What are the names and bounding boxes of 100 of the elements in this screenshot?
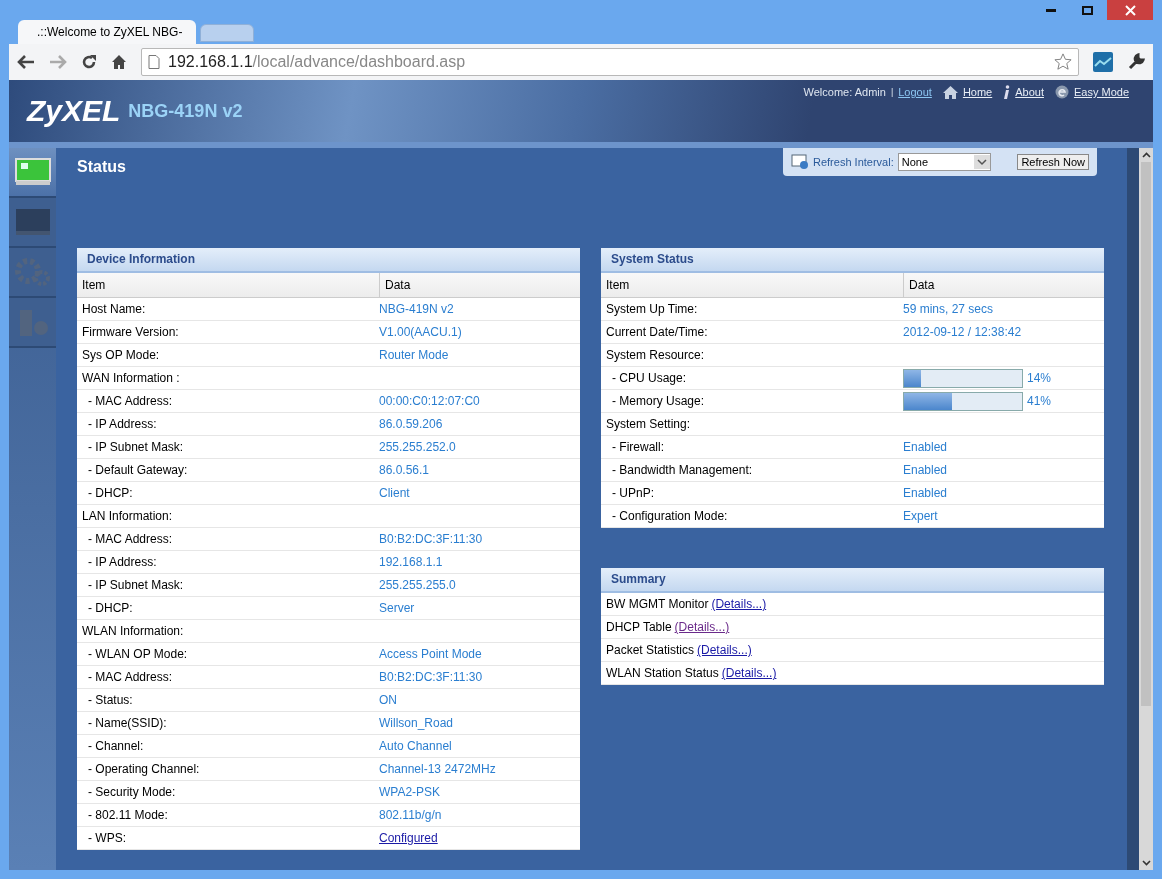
summary-label: BW MGMT Monitor [606,597,709,611]
data-value: B0:B2:DC:3F:11:30 [379,532,483,546]
usage-percent: 14% [1027,371,1052,385]
info-icon [1003,85,1011,99]
data-value: Channel-13 2472MHz [379,762,496,776]
panel-title: Device Information [77,248,580,273]
address-bar[interactable]: 192.168.1.1/local/advance/dashboard.asp [141,48,1079,76]
data-value: Enabled [903,463,948,477]
column-header: Item [81,277,107,294]
refresh-now-button[interactable]: Refresh Now [1017,154,1089,170]
data-value: 59 mins, 27 secs [903,302,994,316]
reload-icon[interactable] [81,54,97,70]
minimize-icon [1046,8,1056,12]
data-value: WPA2-PSK [379,785,441,799]
data-value: NBG-419N v2 [379,302,454,316]
data-value: V1.00(AACU.1) [379,325,462,339]
item-label: - Operating Channel: [87,762,200,776]
refresh-icon [791,154,809,170]
data-value: 2012-09-12 / 12:38:42 [903,325,1022,339]
data-value: 86.0.56.1 [379,463,430,477]
item-label: Sys OP Mode: [82,348,160,362]
data-value: Enabled [903,486,948,500]
panel-title: Summary [601,568,1104,593]
header-link[interactable]: Home [962,86,993,98]
item-label: - Security Mode: [87,785,176,799]
item-label: System Resource: [606,348,705,362]
item-label: - UPnP: [611,486,654,500]
column-header: Data [379,273,580,297]
details-link[interactable]: (Details...) [697,643,752,657]
browser-tab[interactable]: .::Welcome to ZyXEL NBG- [18,20,196,44]
scroll-up-icon[interactable] [1141,152,1151,158]
home-icon[interactable] [111,54,127,70]
close-icon [1124,4,1136,16]
data-value: 192.168.1.1 [379,555,443,569]
summary-label: Packet Statistics [606,643,695,657]
panel-title: System Status [601,248,1104,273]
refresh-interval-label: Refresh Interval: [813,156,894,168]
item-label: WAN Information : [82,371,180,385]
chart-extension-icon[interactable] [1093,52,1113,72]
item-label: - DHCP: [87,601,133,615]
item-label: - Name(SSID): [87,716,167,730]
separator-text: | [890,87,894,97]
data-value: Enabled [903,440,948,454]
data-value: Willson_Road [379,716,454,730]
item-label: - MAC Address: [87,394,173,408]
item-label: System Setting: [606,417,691,431]
item-label: WLAN Information: [82,624,184,638]
house-icon [942,85,958,99]
item-label: - Bandwidth Management: [611,463,753,477]
item-label: - MAC Address: [87,670,173,684]
url-text: 192.168.1.1/local/advance/dashboard.asp [168,53,466,71]
data-value: 86.0.59.206 [379,417,443,431]
item-label: - Status: [87,693,133,707]
page-title: Status [77,157,126,177]
usage-percent: 41% [1027,394,1052,408]
details-link[interactable]: (Details...) [721,666,777,680]
item-label: - DHCP: [87,486,133,500]
column-header: Data [903,273,1104,297]
data-value: Client [379,486,410,500]
data-value: 802.11b/g/n [379,808,442,822]
details-link[interactable]: (Details...) [674,620,730,634]
data-value: ON [379,693,397,707]
item-label: Current Date/Time: [606,325,708,339]
data-value: Server [379,601,415,615]
header-link[interactable]: About [1015,86,1044,98]
item-label: - IP Subnet Mask: [87,578,184,592]
item-label: - WPS: [87,831,126,845]
item-label: - IP Subnet Mask: [87,440,184,454]
data-link[interactable]: Configured [379,831,438,845]
item-label: - Firewall: [611,440,664,454]
item-label: Host Name: [82,302,146,316]
header-link[interactable]: Easy Mode [1073,86,1129,98]
star-icon[interactable] [1054,53,1072,71]
item-label: - Memory Usage: [611,394,705,408]
item-label: - 802.11 Mode: [87,808,168,822]
dropdown-icon [973,155,990,169]
sidebar-item[interactable] [9,148,56,198]
item-label: Firmware Version: [82,325,179,339]
monitor-icon [14,158,51,186]
model-name: NBG-419N v2 [128,100,243,122]
item-label: - Configuration Mode: [611,509,728,523]
back-icon[interactable] [17,55,35,69]
close-window-button[interactable] [1107,0,1153,20]
brand-logo: ZyXEL [27,94,121,128]
data-value: Access Point Mode [379,647,482,661]
welcome-text: Welcome: Admin [803,86,886,98]
refresh-interval-select[interactable]: None [897,153,991,171]
item-label: System Up Time: [606,302,698,316]
header-link[interactable]: Logout [898,86,932,98]
data-value: Router Mode [379,348,449,362]
wrench-icon[interactable] [1127,53,1145,71]
data-value: 00:00:C0:12:07:C0 [379,394,480,408]
letter-e-icon [1054,85,1069,99]
item-label: - IP Address: [87,555,157,569]
item-label: LAN Information: [82,509,173,523]
scroll-down-icon[interactable] [1141,860,1151,866]
data-value: 255.255.252.0 [379,440,456,454]
details-link[interactable]: (Details...) [711,597,767,611]
page-icon [148,55,160,69]
item-label: - Default Gateway: [87,463,188,477]
